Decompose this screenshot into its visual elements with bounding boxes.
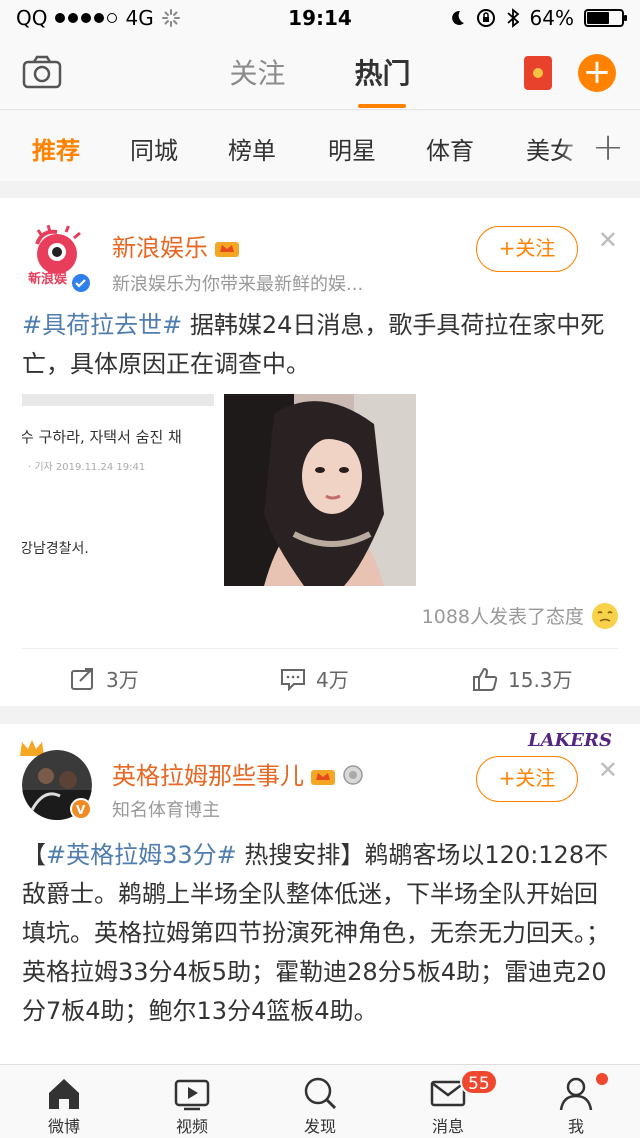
feed-card: 新浪娱 新浪娱乐 新浪娱乐为你带来最新鲜的娱... +关注 ✕ #具荷拉去世# … xyxy=(0,198,640,706)
like-button[interactable]: 15.3万 xyxy=(472,664,573,693)
close-icon[interactable]: ✕ xyxy=(598,756,618,784)
category-stars[interactable]: 明星 xyxy=(328,131,376,166)
tab-label: 视频 xyxy=(175,1117,208,1136)
author-subtitle: 知名体育博主 xyxy=(112,800,220,821)
follow-button[interactable]: +关注 xyxy=(476,226,578,272)
compose-plus-button[interactable]: + xyxy=(578,54,616,92)
video-icon xyxy=(174,1079,210,1111)
tab-label: 发现 xyxy=(303,1117,336,1136)
post-text[interactable]: #具荷拉去世# 据韩媒24日消息，歌手具荷拉在家中死亡，具体原因正在调查中。 xyxy=(22,306,618,384)
category-rankings[interactable]: 榜单 xyxy=(228,131,276,166)
rotation-lock-icon xyxy=(476,9,495,27)
network-label: 4G xyxy=(125,6,154,30)
category-recommend[interactable]: 推荐 xyxy=(32,131,80,166)
topic-link[interactable]: #英格拉姆33分# xyxy=(46,841,237,869)
category-local[interactable]: 同城 xyxy=(130,131,178,166)
image-caption-line: 수 구하라, 자택서 숨진 채 xyxy=(22,428,182,446)
comment-button[interactable]: 4万 xyxy=(280,664,349,693)
verified-badge-icon xyxy=(70,272,92,294)
clock: 19:14 xyxy=(288,6,352,30)
svg-text:V: V xyxy=(76,803,86,817)
tab-video[interactable]: 视频 xyxy=(128,1065,256,1138)
category-bar: 推荐 同城 榜单 明星 体育 美女 + xyxy=(0,111,640,181)
action-bar: 3万 4万 15.3万 xyxy=(0,650,640,706)
notification-dot xyxy=(596,1073,608,1085)
image-caption-line: · 기자 2019.11.24 19:41 xyxy=(28,462,146,473)
carrier-label: QQ xyxy=(16,6,48,30)
tab-label: 消息 xyxy=(431,1117,464,1136)
post-image-2[interactable] xyxy=(224,394,416,586)
top-nav-bar: 关注 热门 + xyxy=(0,36,640,110)
close-icon[interactable]: ✕ xyxy=(598,226,618,254)
verified-badge-icon: V xyxy=(70,798,92,820)
attitude-summary[interactable]: 1088人发表了态度 xyxy=(422,602,618,629)
share-count: 3万 xyxy=(106,668,139,692)
category-sports[interactable]: 体育 xyxy=(426,131,474,166)
category-more-button[interactable]: + xyxy=(592,125,624,169)
post-text[interactable]: 【#英格拉姆33分# 热搜安排】鹈鹕客场以120:128不敌爵士。鹈鹕上半场全队… xyxy=(22,836,618,1031)
moon-icon xyxy=(451,10,464,25)
avatar-text: 新浪娱 xyxy=(28,272,68,287)
follow-button[interactable]: +关注 xyxy=(476,756,578,802)
author-subtitle: 新浪娱乐为你带来最新鲜的娱... xyxy=(112,274,364,295)
battery-percent: 64% xyxy=(529,6,574,30)
post-image-1[interactable]: 수 구하라, 자택서 숨진 채 · 기자 2019.11.24 19:41 강남… xyxy=(22,394,214,586)
home-icon xyxy=(49,1079,79,1109)
share-button[interactable]: 3万 xyxy=(70,664,139,693)
comment-icon xyxy=(281,668,305,691)
thumbs-up-icon xyxy=(473,667,498,691)
signal-strength-icon xyxy=(55,13,118,23)
tab-label: 我 xyxy=(567,1117,584,1136)
battery-icon xyxy=(584,9,627,27)
topic-link[interactable]: #具荷拉去世# xyxy=(22,311,182,339)
author-name: 新浪娱乐 xyxy=(112,234,208,262)
image-caption-line: 강남경찰서. xyxy=(22,541,89,557)
tab-me[interactable]: 我 xyxy=(512,1065,640,1138)
vip-crown-icon xyxy=(215,242,239,257)
tab-discover[interactable]: 发现 xyxy=(256,1065,384,1138)
author-name: 英格拉姆那些事儿 xyxy=(112,762,304,790)
unread-badge: 55 xyxy=(460,1069,498,1095)
like-count: 15.3万 xyxy=(508,668,573,692)
comment-count: 4万 xyxy=(316,668,349,692)
profile-icon xyxy=(559,1077,593,1111)
red-envelope-icon[interactable] xyxy=(524,56,552,90)
lakers-logo: LAKERS xyxy=(528,730,612,751)
loading-icon xyxy=(161,9,180,27)
share-icon xyxy=(71,667,93,690)
vip-crown-icon xyxy=(311,770,335,785)
post-author[interactable]: 英格拉姆那些事儿 xyxy=(112,756,364,791)
search-icon xyxy=(304,1077,337,1110)
tab-weibo[interactable]: 微博 xyxy=(0,1065,128,1138)
post-body: 【 xyxy=(22,841,46,869)
tab-messages[interactable]: 55 消息 xyxy=(384,1065,512,1138)
emoji-icon xyxy=(592,602,618,629)
tab-label: 微博 xyxy=(47,1117,80,1136)
bluetooth-icon xyxy=(506,8,519,28)
feed-card: LAKERS V 英格拉姆那些事儿 知名体育博主 +关注 ✕ 【#英格拉姆33分… xyxy=(0,724,640,1064)
status-bar: QQ 4G 19:14 64% xyxy=(0,0,640,36)
medal-icon xyxy=(343,765,363,785)
bottom-tab-bar: 微博 视频 发现 55 消息 我 xyxy=(0,1064,640,1138)
attitude-count: 1088人发表了态度 xyxy=(421,606,584,628)
post-author[interactable]: 新浪娱乐 xyxy=(112,228,240,263)
tab-following[interactable]: 关注 xyxy=(230,52,286,92)
tab-hot[interactable]: 热门 xyxy=(354,52,410,108)
